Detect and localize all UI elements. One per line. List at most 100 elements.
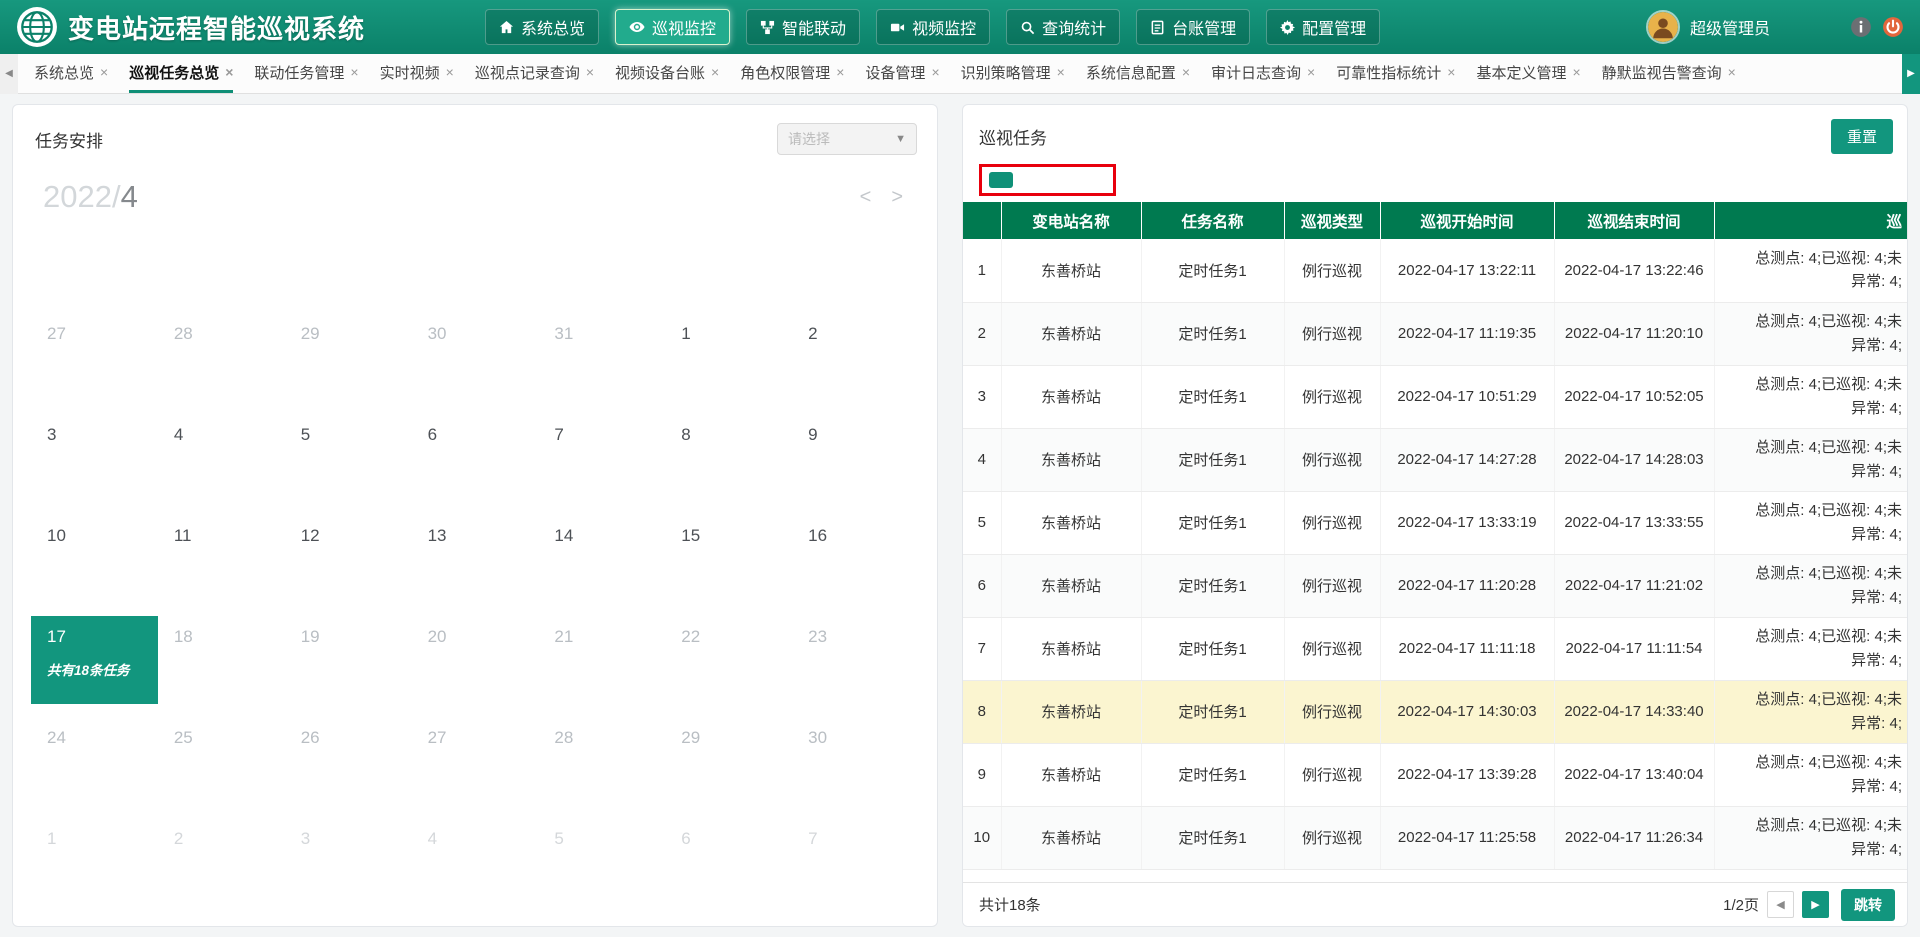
tab-close-icon[interactable]: × [1572, 65, 1580, 79]
calendar-day[interactable]: 17 共有18条任务 [31, 616, 158, 704]
table-row[interactable]: 2 东善桥站 定时任务1 例行巡视 2022-04-17 11:19:35 20… [963, 302, 1907, 365]
inspection-type-tab[interactable] [1020, 172, 1044, 188]
workspace-tab[interactable]: 基本定义管理 × [1476, 54, 1580, 93]
calendar-day[interactable]: 21 [538, 616, 665, 717]
calendar-day[interactable]: 7 [538, 414, 665, 515]
workspace-tab[interactable]: 巡视点记录查询 × [475, 54, 594, 93]
workspace-tab[interactable]: 系统信息配置 × [1086, 54, 1190, 93]
calendar-day[interactable]: 6 [665, 818, 792, 919]
calendar-day[interactable]: 5 [285, 414, 412, 515]
table-row[interactable]: 7 东善桥站 定时任务1 例行巡视 2022-04-17 11:11:18 20… [963, 617, 1907, 680]
table-row[interactable]: 10 东善桥站 定时任务1 例行巡视 2022-04-17 11:25:58 2… [963, 806, 1907, 869]
calendar-day[interactable]: 24 [31, 717, 158, 818]
nav-button[interactable]: 系统总览 [485, 9, 599, 45]
info-icon[interactable] [1850, 16, 1872, 38]
inspection-type-tab[interactable] [1082, 172, 1106, 188]
calendar-day[interactable]: 27 [31, 313, 158, 414]
calendar-day[interactable]: 22 [665, 616, 792, 717]
workspace-tab[interactable]: 巡视任务总览 × [129, 54, 233, 93]
table-row[interactable]: 6 东善桥站 定时任务1 例行巡视 2022-04-17 11:20:28 20… [963, 554, 1907, 617]
tab-close-icon[interactable]: × [1447, 65, 1455, 79]
calendar-day[interactable]: 10 [31, 515, 158, 616]
tabs-scroll-right-icon[interactable]: ▶ [1902, 54, 1920, 94]
calendar-day[interactable]: 27 [412, 717, 539, 818]
nav-button[interactable]: 视频监控 [876, 9, 990, 45]
tab-close-icon[interactable]: × [836, 65, 844, 79]
tab-close-icon[interactable]: × [350, 65, 358, 79]
workspace-tab[interactable]: 识别策略管理 × [961, 54, 1065, 93]
calendar-day[interactable]: 4 [412, 818, 539, 919]
table-row[interactable]: 5 东善桥站 定时任务1 例行巡视 2022-04-17 13:33:19 20… [963, 491, 1907, 554]
calendar-day[interactable]: 28 [538, 717, 665, 818]
workspace-tab[interactable]: 可靠性指标统计 × [1336, 54, 1455, 93]
calendar-day[interactable]: 15 [665, 515, 792, 616]
table-row[interactable]: 1 东善桥站 定时任务1 例行巡视 2022-04-17 13:22:11 20… [963, 239, 1907, 302]
schedule-select[interactable]: 请选择 ▼ [777, 123, 917, 155]
workspace-tab[interactable]: 角色权限管理 × [740, 54, 844, 93]
nav-button[interactable]: 智能联动 [746, 9, 860, 45]
calendar-day[interactable]: 5 [538, 818, 665, 919]
nav-button[interactable]: 台账管理 [1136, 9, 1250, 45]
table-row[interactable]: 8 东善桥站 定时任务1 例行巡视 2022-04-17 14:30:03 20… [963, 680, 1907, 743]
next-page-button[interactable]: ▶ [1802, 891, 1829, 918]
tab-close-icon[interactable]: × [1057, 65, 1065, 79]
calendar-day[interactable]: 13 [412, 515, 539, 616]
tab-close-icon[interactable]: × [1182, 65, 1190, 79]
calendar-day[interactable]: 3 [31, 414, 158, 515]
calendar-day[interactable]: 19 [285, 616, 412, 717]
tab-close-icon[interactable]: × [586, 65, 594, 79]
inspection-type-tab[interactable] [989, 172, 1013, 188]
tab-close-icon[interactable]: × [225, 65, 233, 79]
workspace-tab[interactable]: 实时视频 × [380, 54, 454, 93]
calendar-prev-icon[interactable]: < [860, 186, 872, 209]
workspace-tab[interactable]: 系统总览 × [34, 54, 108, 93]
tabs-scroll-left-icon[interactable]: ◀ [0, 54, 18, 94]
calendar-day[interactable]: 8 [665, 414, 792, 515]
calendar-day[interactable]: 23 [792, 616, 919, 717]
workspace-tab[interactable]: 审计日志查询 × [1211, 54, 1315, 93]
calendar-day[interactable]: 18 [158, 616, 285, 717]
calendar-day[interactable]: 28 [158, 313, 285, 414]
table-row[interactable]: 3 东善桥站 定时任务1 例行巡视 2022-04-17 10:51:29 20… [963, 365, 1907, 428]
calendar-next-icon[interactable]: > [891, 186, 903, 209]
calendar-day[interactable]: 4 [158, 414, 285, 515]
calendar-day[interactable]: 29 [285, 313, 412, 414]
power-logout-icon[interactable] [1882, 16, 1904, 38]
avatar[interactable] [1646, 10, 1680, 44]
calendar-day[interactable]: 12 [285, 515, 412, 616]
calendar-day[interactable]: 16 [792, 515, 919, 616]
workspace-tab[interactable]: 联动任务管理 × [254, 54, 358, 93]
nav-button[interactable]: 巡视监控 [615, 9, 730, 45]
workspace-tab[interactable]: 视频设备台账 × [615, 54, 719, 93]
workspace-tab[interactable]: 静默监视告警查询 × [1602, 54, 1736, 93]
reset-button[interactable]: 重置 [1831, 119, 1893, 154]
jump-button[interactable]: 跳转 [1841, 889, 1895, 921]
tab-close-icon[interactable]: × [1728, 65, 1736, 79]
tab-close-icon[interactable]: × [446, 65, 454, 79]
calendar-day[interactable]: 14 [538, 515, 665, 616]
tab-close-icon[interactable]: × [711, 65, 719, 79]
calendar-day[interactable]: 7 [792, 818, 919, 919]
calendar-day[interactable]: 11 [158, 515, 285, 616]
tab-close-icon[interactable]: × [1307, 65, 1315, 79]
tab-close-icon[interactable]: × [931, 65, 939, 79]
calendar-day[interactable]: 30 [792, 717, 919, 818]
calendar-day[interactable]: 1 [665, 313, 792, 414]
calendar-day[interactable]: 26 [285, 717, 412, 818]
calendar-day[interactable]: 20 [412, 616, 539, 717]
calendar-day[interactable]: 30 [412, 313, 539, 414]
inspection-type-tab[interactable] [1051, 172, 1075, 188]
calendar-day[interactable]: 9 [792, 414, 919, 515]
calendar-day[interactable]: 25 [158, 717, 285, 818]
workspace-tab[interactable]: 设备管理 × [865, 54, 939, 93]
nav-button[interactable]: 配置管理 [1266, 9, 1380, 45]
calendar-day[interactable]: 3 [285, 818, 412, 919]
calendar-day[interactable]: 31 [538, 313, 665, 414]
calendar-day[interactable]: 2 [158, 818, 285, 919]
table-row[interactable]: 9 东善桥站 定时任务1 例行巡视 2022-04-17 13:39:28 20… [963, 743, 1907, 806]
prev-page-button[interactable]: ◀ [1767, 891, 1794, 918]
nav-button[interactable]: 查询统计 [1006, 9, 1120, 45]
calendar-day[interactable]: 2 [792, 313, 919, 414]
calendar-day[interactable]: 6 [412, 414, 539, 515]
calendar-day[interactable]: 1 [31, 818, 158, 919]
